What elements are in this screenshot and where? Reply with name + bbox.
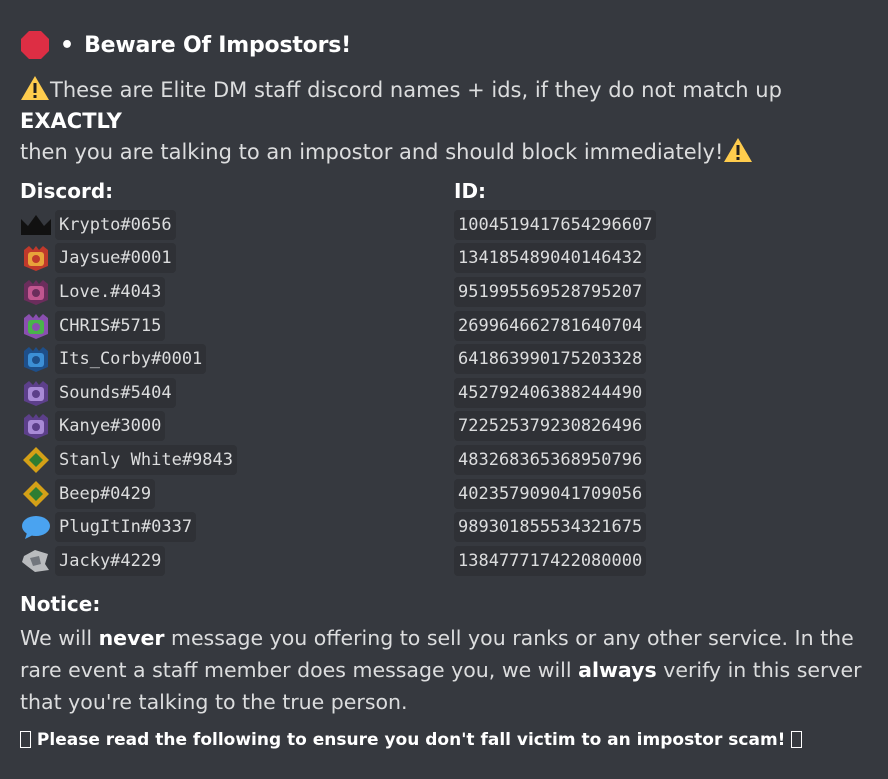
rank-green-icon <box>20 311 52 341</box>
discord-id: 269964662781640704 <box>454 310 647 341</box>
missing-glyph-icon <box>20 730 31 748</box>
discord-id: 452792406388244490 <box>454 377 647 408</box>
id-column-header: ID: <box>454 179 487 203</box>
rank-orange-icon <box>20 243 52 273</box>
notice-text: We will <box>20 625 99 650</box>
warning-emphasis: EXACTLY <box>20 109 122 133</box>
staff-row: PlugItIn#0337 <box>20 510 454 544</box>
notice-paragraph: We will never message you offering to se… <box>20 622 880 718</box>
bullet: • <box>60 32 75 58</box>
message-header: • Beware Of Impostors! <box>20 26 880 64</box>
notice-emphasis-never: never <box>98 625 165 650</box>
chat-bubble-icon <box>20 512 52 542</box>
discord-id: 641863990175203328 <box>454 344 647 375</box>
staff-row: CHRIS#5715 <box>20 309 454 343</box>
notice-emphasis-always: always <box>578 657 657 682</box>
staff-row: Jacky#4229 <box>20 544 454 578</box>
gem-gold-icon <box>20 479 52 509</box>
warning-paragraph: These are Elite DM staff discord names +… <box>20 75 880 168</box>
discord-name: Jacky#4229 <box>55 545 166 576</box>
warning-text-before: These are Elite DM staff discord names +… <box>50 78 782 102</box>
id-row: 452792406388244490 <box>454 376 874 410</box>
staff-table: Discord: Krypto#0656 Jaysue#0001 Love.#404… <box>20 174 880 578</box>
discord-name: Krypto#0656 <box>55 209 176 240</box>
id-row: 951995569528795207 <box>454 275 874 309</box>
stop-sign-icon <box>20 30 50 60</box>
staff-row: Jaysue#0001 <box>20 242 454 276</box>
discord-id: 483268365368950796 <box>454 444 647 475</box>
page-title: Beware Of Impostors! <box>84 32 351 58</box>
warning-text-after: then you are talking to an impostor and … <box>20 140 724 164</box>
id-column: ID: 1004519417654296607 13418548904014643… <box>454 174 874 578</box>
id-row: 134185489040146432 <box>454 242 874 276</box>
rank-pink-icon <box>20 277 52 307</box>
message-content: • Beware Of Impostors! These are Elite D… <box>20 26 880 750</box>
footer-text: Please read the following to ensure you … <box>31 729 792 750</box>
rank-blue-icon <box>20 344 52 374</box>
discord-name: Stanly White#9843 <box>55 444 237 475</box>
discord-name: Its_Corby#0001 <box>55 344 207 375</box>
rank-purple-icon <box>20 378 52 408</box>
discord-name: Jaysue#0001 <box>55 243 176 274</box>
notice-title: Notice: <box>20 591 101 616</box>
discord-name: Sounds#5404 <box>55 377 176 408</box>
warning-icon <box>723 137 753 163</box>
discord-id: 722525379230826496 <box>454 411 647 442</box>
discord-column-header: Discord: <box>20 179 114 203</box>
missing-glyph-icon <box>791 730 803 748</box>
staff-row: Beep#0429 <box>20 477 454 511</box>
id-row: 402357909041709056 <box>454 477 874 511</box>
staff-row: Its_Corby#0001 <box>20 342 454 376</box>
id-row: 1004519417654296607 <box>454 208 874 242</box>
discord-id: 138477717422080000 <box>454 545 647 576</box>
discord-name: PlugItIn#0337 <box>55 512 197 543</box>
staff-row: Krypto#0656 <box>20 208 454 242</box>
rank-purple-icon <box>20 411 52 441</box>
staff-row: Kanye#3000 <box>20 410 454 444</box>
discord-id: 989301855534321675 <box>454 512 647 543</box>
discord-name: Love.#4043 <box>55 276 166 307</box>
discord-name: Kanye#3000 <box>55 411 166 442</box>
discord-id: 402357909041709056 <box>454 478 647 509</box>
discord-name: Beep#0429 <box>55 478 156 509</box>
id-row: 269964662781640704 <box>454 309 874 343</box>
discord-id: 134185489040146432 <box>454 243 647 274</box>
discord-column: Discord: Krypto#0656 Jaysue#0001 Love.#404… <box>20 174 454 578</box>
warning-icon <box>20 75 50 101</box>
id-row: 138477717422080000 <box>454 544 874 578</box>
staff-row: Love.#4043 <box>20 275 454 309</box>
crown-black-icon <box>20 210 52 240</box>
discord-name: CHRIS#5715 <box>55 310 166 341</box>
staff-row: Sounds#5404 <box>20 376 454 410</box>
id-row: 722525379230826496 <box>454 410 874 444</box>
staff-row: Stanly White#9843 <box>20 443 454 477</box>
discord-id: 1004519417654296607 <box>454 209 657 240</box>
gem-gold-icon <box>20 445 52 475</box>
id-row: 989301855534321675 <box>454 510 874 544</box>
id-row: 483268365368950796 <box>454 443 874 477</box>
discord-id: 951995569528795207 <box>454 276 647 307</box>
id-row: 641863990175203328 <box>454 342 874 376</box>
footer-line: Please read the following to ensure you … <box>20 730 880 750</box>
rank-gray-icon <box>20 546 52 576</box>
